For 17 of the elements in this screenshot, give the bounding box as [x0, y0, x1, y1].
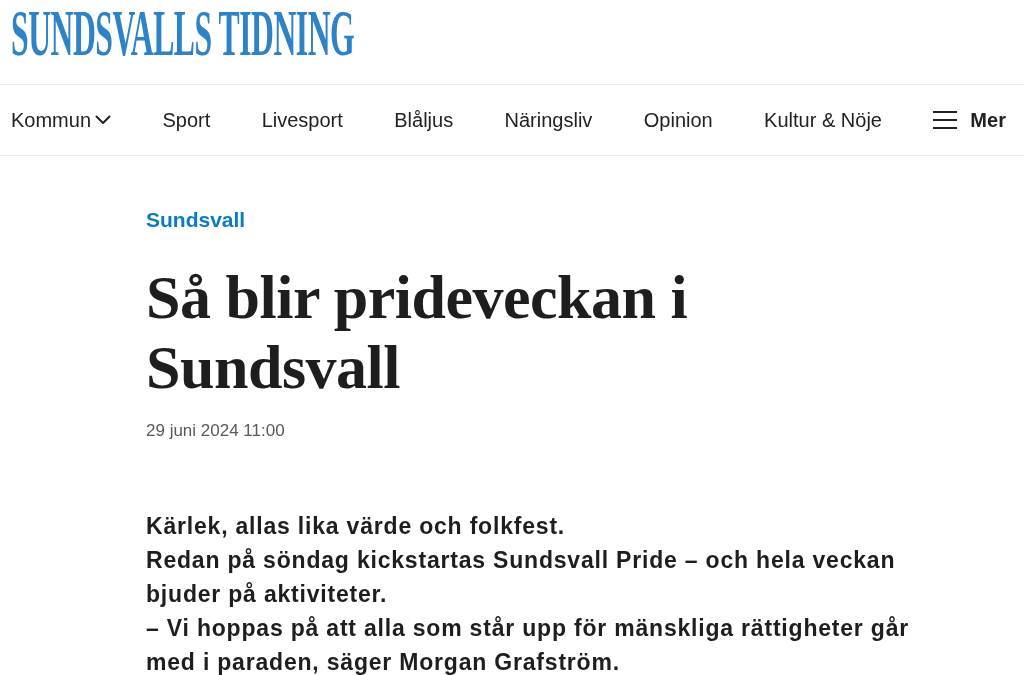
lead-paragraph: Kärlek, allas lika värde och folkfest.	[146, 512, 567, 541]
nav-dropdown[interactable]: Kommun	[11, 106, 112, 134]
menu-icon	[933, 111, 958, 129]
menu-button[interactable]: Mer	[933, 106, 1006, 134]
newspaper-logo[interactable]: SUNDSVALLS TIDNING	[11, 3, 355, 63]
nav-link[interactable]: Opinion	[643, 106, 713, 134]
nav-link[interactable]: Sport	[162, 106, 211, 134]
nav-link[interactable]: Näringsliv	[504, 106, 593, 134]
article-headline: Så blir prideveckan i Sundsvall	[146, 262, 689, 402]
nav-link[interactable]: Livesport	[261, 106, 343, 134]
chevron-down-icon	[95, 115, 112, 125]
nav-link[interactable]: Kultur & Nöje	[764, 106, 882, 134]
publish-date: 29 juni 2024 11:00	[146, 420, 285, 442]
lead-paragraph: – Vi hoppas på att alla som står upp för mänskliga rättigheter går med i paraden, säger Morgan Grafström.	[146, 614, 910, 675]
nav-link[interactable]: Blåljus	[394, 106, 454, 134]
section-link[interactable]: Sundsvall	[146, 206, 246, 234]
lead-paragraph: Redan på söndag kickstartas Sundsvall Pride – och hela veckan bjuder på aktiviteter.	[146, 546, 897, 609]
